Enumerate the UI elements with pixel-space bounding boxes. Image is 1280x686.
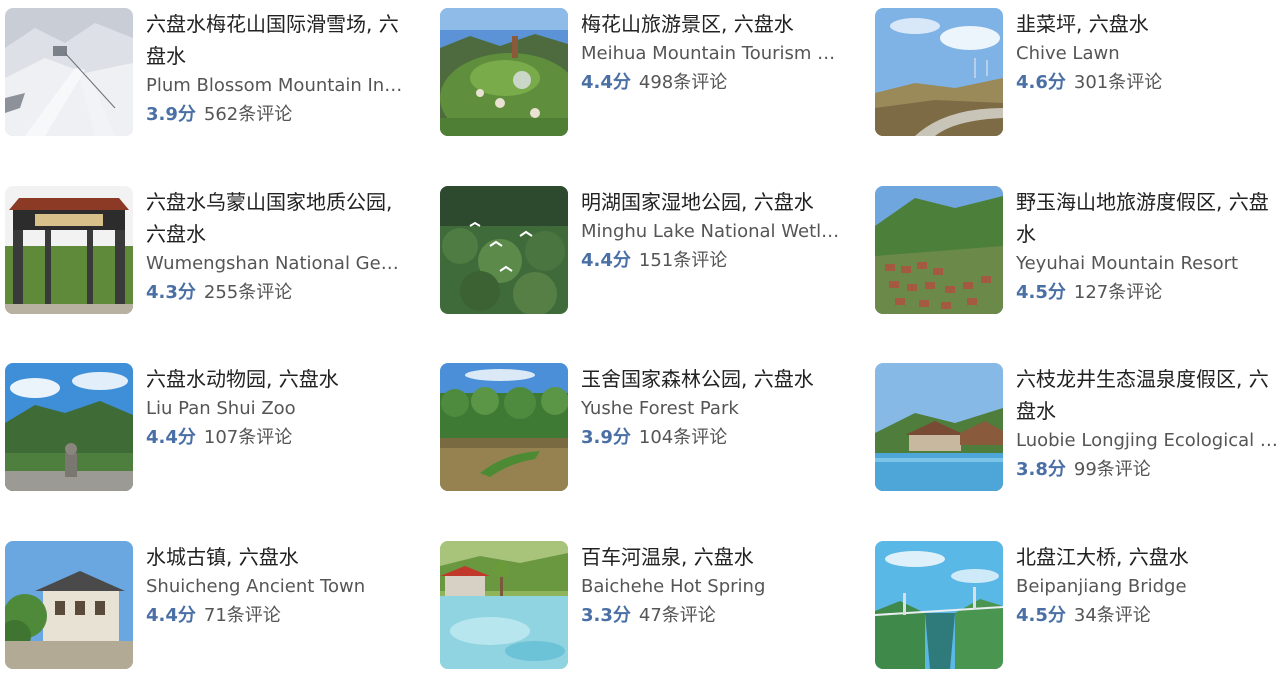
- attraction-english-name: Shuicheng Ancient Town: [146, 576, 366, 597]
- attraction-card[interactable]: 明湖国家湿地公园, 六盘水 Minghu Lake National Wetla…: [435, 186, 870, 363]
- attraction-title[interactable]: 野玉海山地旅游度假区, 六盘水: [1016, 186, 1278, 250]
- rating-score: 3.9分: [581, 427, 631, 448]
- ski-resort-thumbnail[interactable]: [5, 8, 133, 136]
- rating-score: 4.5分: [1016, 282, 1066, 303]
- wetland-birds-thumbnail[interactable]: [440, 186, 568, 314]
- attractions-grid: 六盘水梅花山国际滑雪场, 六盘水 Plum Blossom Mountain I…: [0, 0, 1280, 678]
- attraction-title[interactable]: 玉舍国家森林公园, 六盘水: [581, 363, 843, 395]
- review-count[interactable]: 255条评论: [204, 282, 292, 303]
- attraction-title[interactable]: 百车河温泉, 六盘水: [581, 541, 843, 573]
- rating-score: 3.8分: [1016, 459, 1066, 480]
- attraction-english-name: Wumengshan National Geopark: [146, 253, 408, 274]
- rating-score: 3.9分: [146, 104, 196, 125]
- attraction-english-name: Chive Lawn: [1016, 43, 1120, 64]
- attraction-card[interactable]: 六盘水梅花山国际滑雪场, 六盘水 Plum Blossom Mountain I…: [0, 8, 435, 186]
- attraction-card[interactable]: 六盘水动物园, 六盘水 Liu Pan Shui Zoo 4.4分 107条评论: [0, 363, 435, 541]
- hill-lawn-thumbnail[interactable]: [875, 8, 1003, 136]
- attraction-english-name: Luobie Longjing Ecological Hot Spring Re…: [1016, 430, 1278, 451]
- review-count[interactable]: 47条评论: [639, 605, 716, 626]
- attraction-title[interactable]: 六盘水动物园, 六盘水: [146, 363, 408, 395]
- attraction-english-name: Yeyuhai Mountain Resort: [1016, 253, 1239, 274]
- review-count[interactable]: 498条评论: [639, 72, 727, 93]
- attraction-title[interactable]: 六枝龙井生态温泉度假区, 六盘水: [1016, 363, 1278, 427]
- attraction-english-name: Yushe Forest Park: [581, 398, 739, 419]
- review-count[interactable]: 107条评论: [204, 427, 292, 448]
- attraction-card[interactable]: 玉舍国家森林公园, 六盘水 Yushe Forest Park 3.9分 104条…: [435, 363, 870, 541]
- attraction-title[interactable]: 六盘水乌蒙山国家地质公园, 六盘水: [146, 186, 408, 250]
- rating-score: 4.3分: [146, 282, 196, 303]
- hot-spring-thumbnail[interactable]: [440, 541, 568, 669]
- review-count[interactable]: 99条评论: [1074, 459, 1151, 480]
- mountain-resort-thumbnail[interactable]: [440, 8, 568, 136]
- rating-score: 4.5分: [1016, 605, 1066, 626]
- attraction-card[interactable]: 韭菜坪, 六盘水 Chive Lawn 4.6分 301条评论: [870, 8, 1280, 186]
- attraction-english-name: Minghu Lake National Wetland Park: [581, 221, 843, 242]
- review-count[interactable]: 127条评论: [1074, 282, 1162, 303]
- attraction-card[interactable]: 六枝龙井生态温泉度假区, 六盘水 Luobie Longjing Ecologi…: [870, 363, 1280, 541]
- attraction-card[interactable]: 水城古镇, 六盘水 Shuicheng Ancient Town 4.4分 71条…: [0, 541, 435, 686]
- attraction-title[interactable]: 水城古镇, 六盘水: [146, 541, 408, 573]
- rating-score: 4.4分: [581, 72, 631, 93]
- attraction-card[interactable]: 梅花山旅游景区, 六盘水 Meihua Mountain Tourism Sce…: [435, 8, 870, 186]
- rating-score: 4.6分: [1016, 72, 1066, 93]
- attraction-card[interactable]: 六盘水乌蒙山国家地质公园, 六盘水 Wumengshan National Ge…: [0, 186, 435, 363]
- mountain-village-thumbnail[interactable]: [875, 186, 1003, 314]
- pool-resort-thumbnail[interactable]: [875, 363, 1003, 491]
- review-count[interactable]: 71条评论: [204, 605, 281, 626]
- ancient-town-thumbnail[interactable]: [5, 541, 133, 669]
- review-count[interactable]: 301条评论: [1074, 72, 1162, 93]
- bridge-thumbnail[interactable]: [875, 541, 1003, 669]
- review-count[interactable]: 34条评论: [1074, 605, 1151, 626]
- rating-score: 4.4分: [146, 605, 196, 626]
- attraction-card[interactable]: 野玉海山地旅游度假区, 六盘水 Yeyuhai Mountain Resort …: [870, 186, 1280, 363]
- attraction-title[interactable]: 韭菜坪, 六盘水: [1016, 8, 1278, 40]
- attraction-english-name: Plum Blossom Mountain International Ski …: [146, 75, 408, 96]
- attraction-english-name: Beipanjiang Bridge: [1016, 576, 1187, 597]
- attraction-card[interactable]: 北盘江大桥, 六盘水 Beipanjiang Bridge 4.5分 34条评论: [870, 541, 1280, 686]
- attraction-english-name: Liu Pan Shui Zoo: [146, 398, 296, 419]
- attraction-card[interactable]: 百车河温泉, 六盘水 Baichehe Hot Spring 3.3分 47条评论: [435, 541, 870, 686]
- attraction-english-name: Meihua Mountain Tourism Scenic Area: [581, 43, 843, 64]
- attraction-title[interactable]: 六盘水梅花山国际滑雪场, 六盘水: [146, 8, 408, 72]
- attraction-title[interactable]: 明湖国家湿地公园, 六盘水: [581, 186, 843, 218]
- review-count[interactable]: 151条评论: [639, 250, 727, 271]
- zoo-thumbnail[interactable]: [5, 363, 133, 491]
- forest-lake-thumbnail[interactable]: [440, 363, 568, 491]
- attraction-title[interactable]: 梅花山旅游景区, 六盘水: [581, 8, 843, 40]
- rating-score: 3.3分: [581, 605, 631, 626]
- attraction-title[interactable]: 北盘江大桥, 六盘水: [1016, 541, 1278, 573]
- review-count[interactable]: 562条评论: [204, 104, 292, 125]
- rating-score: 4.4分: [146, 427, 196, 448]
- gate-thumbnail[interactable]: [5, 186, 133, 314]
- review-count[interactable]: 104条评论: [639, 427, 727, 448]
- rating-score: 4.4分: [581, 250, 631, 271]
- attraction-english-name: Baichehe Hot Spring: [581, 576, 766, 597]
